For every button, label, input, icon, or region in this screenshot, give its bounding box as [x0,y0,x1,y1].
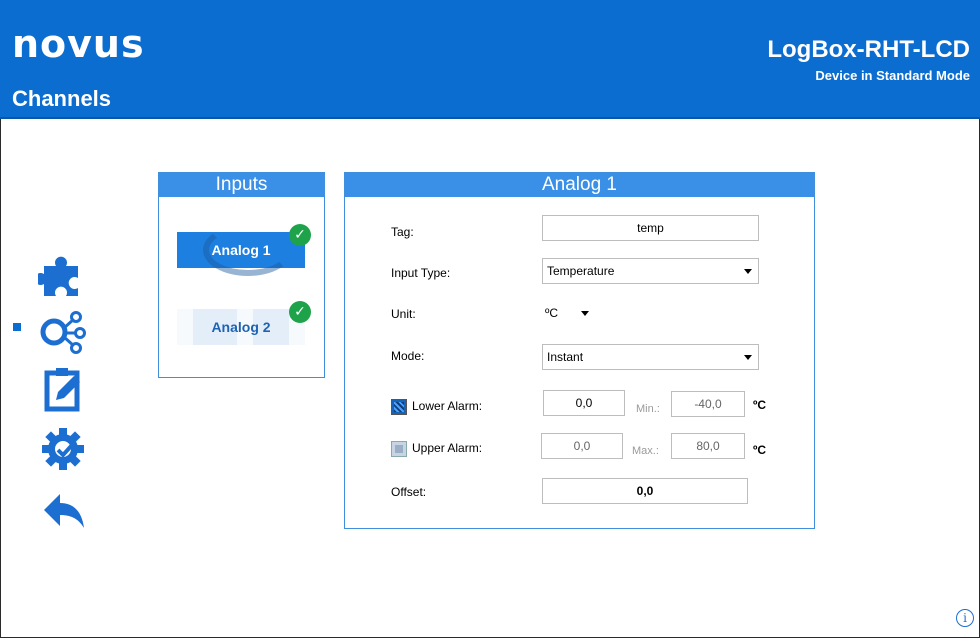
back-arrow-icon[interactable] [38,486,88,536]
mode-label: Mode: [391,349,425,363]
min-label: Min.: [636,403,660,415]
mode-value: Instant [547,350,584,364]
channel-label: Analog 1 [211,242,271,258]
upper-alarm-input[interactable]: 0,0 [541,433,623,459]
channels-icon[interactable] [38,306,88,356]
unit-label: Unit: [391,307,416,321]
analog-config-panel: Analog 1 Tag: temp Input Type: Temperatu… [344,172,815,529]
upper-alarm-unit: ºC [753,443,767,457]
channel-analog-2-button[interactable]: Analog 2 ✓ [177,301,311,345]
unit-select[interactable]: ºC [545,300,593,326]
novus-logo: novus [12,22,145,66]
chevron-down-icon [744,269,752,274]
input-type-value: Temperature [547,264,615,278]
unit-value: ºC [545,306,559,320]
page-title: Channels [12,86,112,111]
lower-alarm-checkbox[interactable] [391,399,407,415]
lower-alarm-input[interactable]: 0,0 [543,390,625,416]
min-value-field: -40,0 [671,391,745,417]
max-label: Max.: [632,445,659,457]
info-icon[interactable]: i [956,609,974,627]
lower-alarm-unit: ºC [753,398,767,412]
check-icon: ✓ [289,224,311,246]
check-icon: ✓ [289,301,311,323]
channel-label: Analog 2 [211,319,271,335]
inputs-panel-title: Inputs [159,173,324,197]
chevron-down-icon [581,311,589,316]
device-mode: Device in Standard Mode [815,68,970,83]
channel-analog-1-button[interactable]: Analog 1 ✓ [177,224,311,276]
header-bar: novus Channels LogBox-RHT-LCD Device in … [0,0,980,119]
mode-select[interactable]: Instant [542,344,759,370]
analog-panel-title: Analog 1 [345,173,814,197]
input-type-select[interactable]: Temperature [542,258,759,284]
offset-input[interactable]: 0,0 [542,478,748,504]
channel-decoration [177,309,193,345]
offset-label: Offset: [391,485,427,499]
chevron-down-icon [744,355,752,360]
notepad-edit-icon[interactable] [38,364,88,414]
upper-alarm-checkbox[interactable] [391,441,407,457]
max-value-field: 80,0 [671,433,745,459]
inputs-panel: Inputs Analog 1 ✓ Analog 2 ✓ [158,172,325,378]
active-nav-marker [13,323,21,331]
tag-label: Tag: [391,225,414,239]
tag-input[interactable]: temp [542,215,759,241]
gear-check-icon[interactable] [38,424,88,474]
puzzle-icon[interactable] [34,248,88,298]
input-type-label: Input Type: [391,266,451,280]
upper-alarm-label: Upper Alarm: [412,441,483,455]
device-name: LogBox-RHT-LCD [767,36,970,63]
lower-alarm-label: Lower Alarm: [412,399,483,413]
